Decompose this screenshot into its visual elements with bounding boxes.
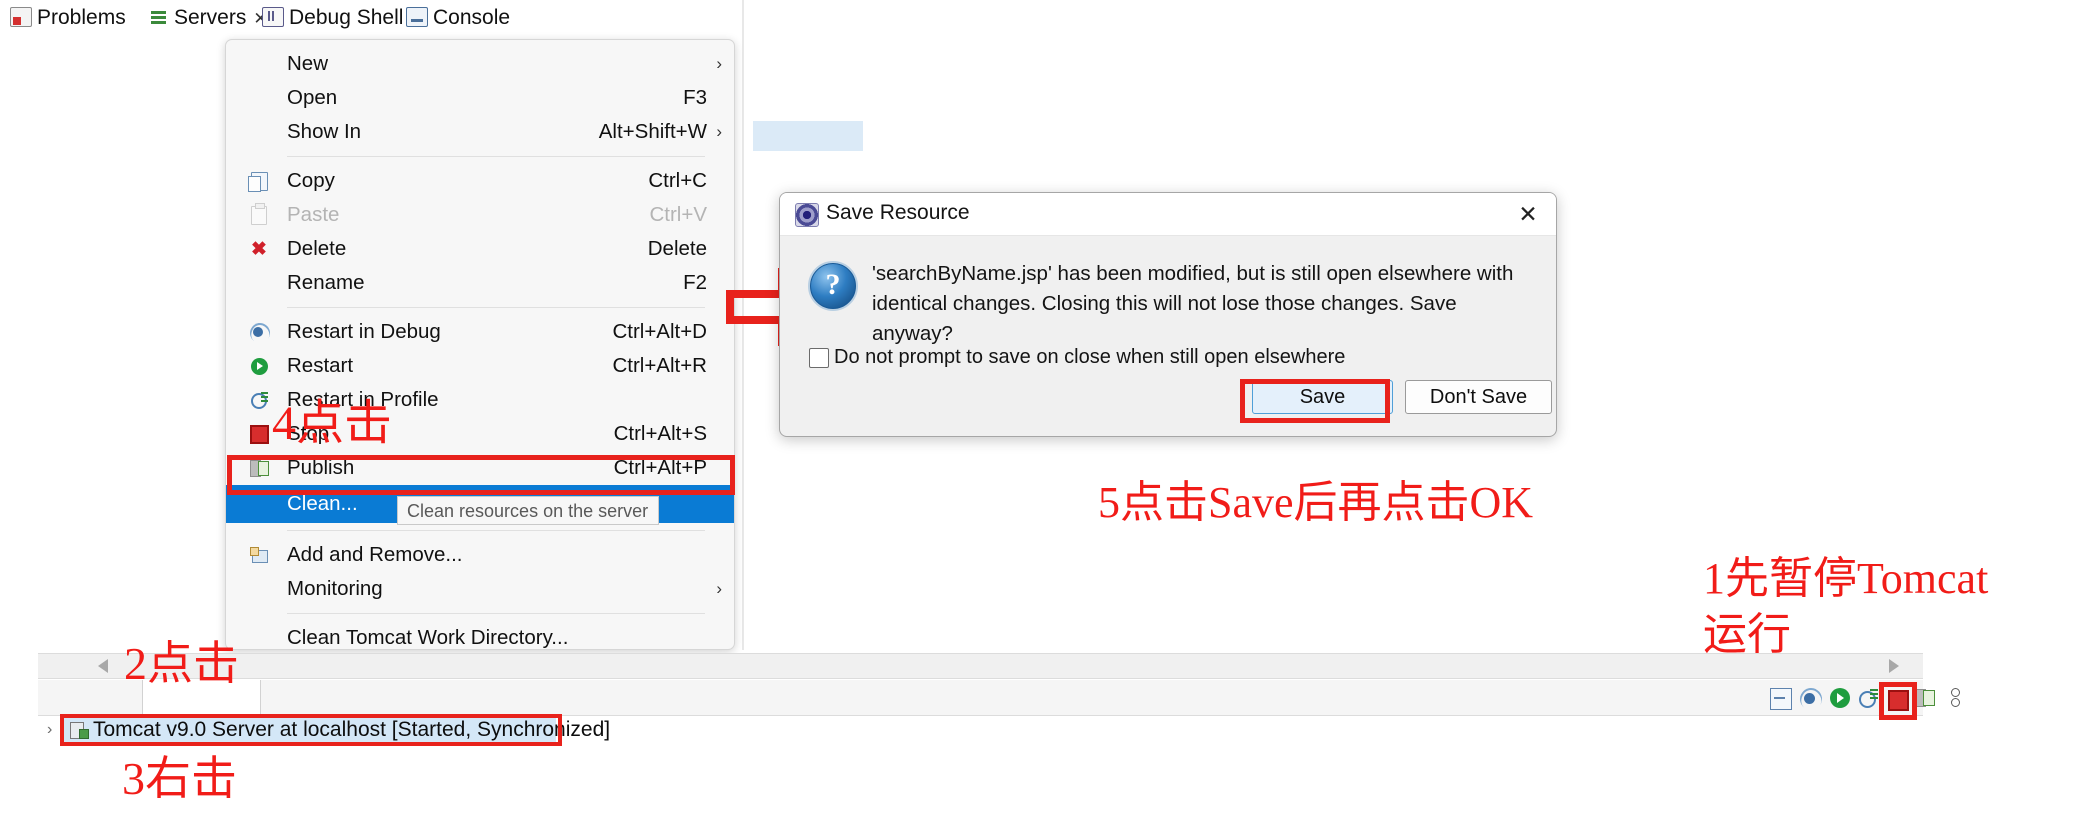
menu-item-accel: F3 xyxy=(683,86,707,109)
annotation-step-4: 4点击 xyxy=(272,397,393,450)
stop-icon xyxy=(248,417,270,451)
menu-item-accel: Ctrl+Alt+D xyxy=(612,320,707,343)
tab-label: Console xyxy=(433,6,511,29)
paste-icon xyxy=(248,198,270,232)
menu-item-label: New xyxy=(287,52,329,75)
menu-item-accel: Ctrl+Alt+R xyxy=(612,354,707,377)
stop-button-highlight-box xyxy=(1879,682,1917,720)
menu-item-label: Clean Tomcat Work Directory... xyxy=(287,626,569,649)
menu-item-new[interactable]: New › xyxy=(226,47,734,81)
menu-item-accel: Ctrl+C xyxy=(648,169,707,192)
menu-item-accel: F2 xyxy=(683,271,707,294)
tab-label: Problems xyxy=(37,6,126,29)
clean-menu-highlight-box xyxy=(227,455,735,495)
profile-icon xyxy=(248,383,270,417)
menu-separator xyxy=(287,613,705,614)
menu-item-show-in[interactable]: Show In Alt+Shift+W › xyxy=(226,115,734,149)
debug-icon xyxy=(248,315,270,349)
menu-item-label: Delete xyxy=(287,237,347,260)
scroll-left-icon[interactable] xyxy=(98,659,108,673)
console-icon xyxy=(406,7,428,27)
tab-problems[interactable]: Problems xyxy=(10,0,126,36)
panel-scroll-row[interactable] xyxy=(38,653,1923,679)
menu-item-accel: Ctrl+Alt+S xyxy=(613,422,707,445)
menu-item-monitoring[interactable]: Monitoring › xyxy=(226,572,734,606)
tab-console[interactable]: Console xyxy=(406,0,510,36)
menu-item-label: Open xyxy=(287,86,338,109)
tab-label: Servers xyxy=(174,6,247,29)
menu-item-copy[interactable]: Copy Ctrl+C xyxy=(226,164,734,198)
menu-separator xyxy=(287,307,705,308)
publish-icon[interactable] xyxy=(1915,688,1935,708)
menu-item-label: Monitoring xyxy=(287,577,383,600)
menu-item-accel: Alt+Shift+W xyxy=(598,120,707,143)
menu-separator xyxy=(287,530,705,531)
close-icon[interactable]: ✕ xyxy=(1514,200,1542,228)
annotation-step-1-line2: 运行 xyxy=(1703,610,1791,659)
tab-servers[interactable]: Servers ✕ xyxy=(149,0,268,36)
profile-icon[interactable] xyxy=(1858,688,1878,708)
menu-item-label: Add and Remove... xyxy=(287,543,463,566)
menu-item-clean-tomcat-work-directory[interactable]: Clean Tomcat Work Directory... xyxy=(226,621,734,649)
menu-separator xyxy=(287,156,705,157)
do-not-prompt-checkbox[interactable] xyxy=(809,348,829,368)
menu-item-label: Copy xyxy=(287,169,335,192)
menu-item-label: Restart xyxy=(287,354,354,377)
dialog-title: Save Resource xyxy=(826,201,970,224)
server-context-menu[interactable]: New › Open F3 Show In Alt+Shift+W › Copy… xyxy=(225,39,735,650)
question-glyph: ? xyxy=(825,268,841,301)
menu-item-label: Rename xyxy=(287,271,365,294)
copy-icon xyxy=(247,164,270,198)
menu-item-restart[interactable]: Restart Ctrl+Alt+R xyxy=(226,349,734,383)
debug-icon[interactable] xyxy=(1800,688,1820,708)
annotation-step-2: 2点击 xyxy=(124,638,239,689)
menu-item-open[interactable]: Open F3 xyxy=(226,81,734,115)
question-icon: ? xyxy=(808,261,858,311)
annotation-step-1: 1先暂停Tomcat 运行 xyxy=(1703,551,1988,663)
menu-item-rename[interactable]: Rename F2 xyxy=(226,266,734,300)
chevron-right-icon: › xyxy=(716,579,722,598)
delete-icon: ✖ xyxy=(251,238,267,260)
chevron-right-icon: › xyxy=(716,54,722,73)
view-menu-icon[interactable] xyxy=(1950,688,1960,710)
servers-icon xyxy=(149,9,169,27)
tab-label: Debug Shell xyxy=(289,6,404,29)
editor-selection-block xyxy=(753,121,863,151)
run-icon[interactable] xyxy=(1830,688,1850,708)
do-not-prompt-label: Do not prompt to save on close when stil… xyxy=(834,346,1346,368)
annotation-step-1-line1: 1先暂停Tomcat xyxy=(1703,554,1989,603)
menu-item-add-and-remove[interactable]: Add and Remove... xyxy=(226,538,734,572)
debug-shell-icon xyxy=(262,7,284,27)
minimize-icon[interactable] xyxy=(1770,688,1792,710)
view-tab-bar xyxy=(38,680,1923,716)
chevron-right-icon: › xyxy=(716,122,722,141)
save-resource-dialog[interactable]: Save Resource ✕ ? 'searchByName.jsp' has… xyxy=(779,192,1557,437)
problems-icon xyxy=(10,7,32,27)
menu-item-restart-in-debug[interactable]: Restart in Debug Ctrl+Alt+D xyxy=(226,315,734,349)
tab-debug-shell[interactable]: Debug Shell xyxy=(262,0,403,36)
dialog-titlebar: Save Resource ✕ xyxy=(780,193,1556,236)
dialog-message: 'searchByName.jsp' has been modified, bu… xyxy=(872,262,1514,345)
menu-item-accel: Ctrl+V xyxy=(649,203,707,226)
menu-item-delete[interactable]: ✖ Delete Delete xyxy=(226,232,734,266)
dont-save-button[interactable]: Don't Save xyxy=(1405,380,1552,414)
menu-item-label: Paste xyxy=(287,203,340,226)
expand-arrow-icon[interactable]: › xyxy=(47,722,52,738)
menu-item-accel: Delete xyxy=(647,237,707,260)
annotation-step-5: 5点击Save后再点击OK xyxy=(1098,478,1534,527)
menu-item-paste: Paste Ctrl+V xyxy=(226,198,734,232)
eclipse-app-icon xyxy=(795,203,819,227)
run-icon xyxy=(248,349,270,383)
add-remove-icon xyxy=(248,538,270,572)
save-button-highlight-box xyxy=(1240,379,1390,423)
menu-item-label: Restart in Debug xyxy=(287,320,441,343)
clean-tooltip: Clean resources on the server xyxy=(397,496,659,525)
annotation-step-3: 3右击 xyxy=(122,753,237,804)
menu-item-label: Show In xyxy=(287,120,362,143)
